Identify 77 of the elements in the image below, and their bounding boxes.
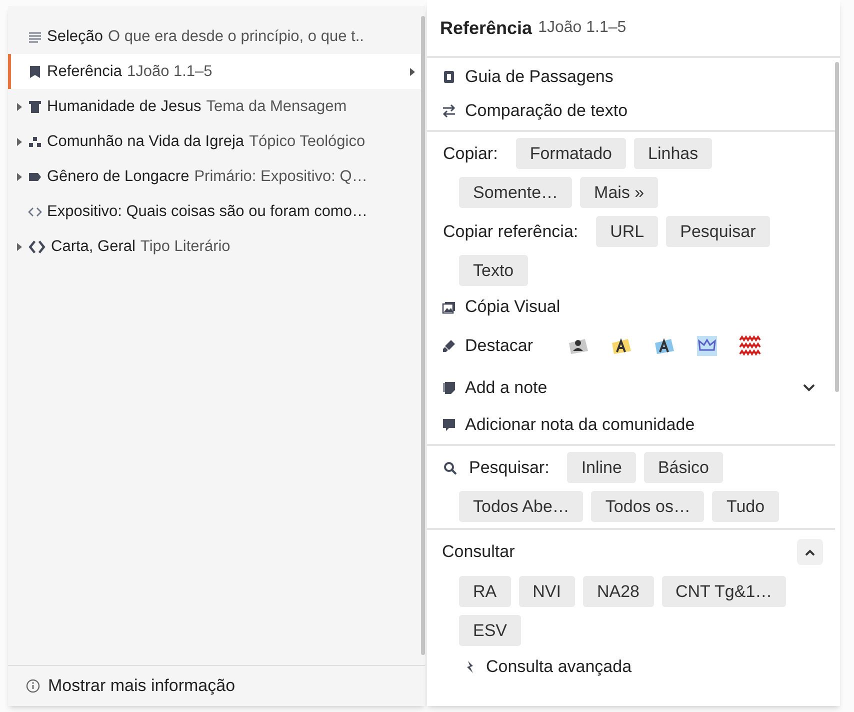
show-more-link[interactable]: Mostrar mais informação: [48, 673, 236, 699]
item-label: Comunhão na Vida da Igreja: [47, 132, 244, 152]
option-button[interactable]: Básico: [644, 452, 723, 483]
option-button[interactable]: Pesquisar: [666, 216, 770, 247]
expand-arrow-icon[interactable]: [16, 242, 22, 250]
menu-link[interactable]: Guia de Passagens: [465, 64, 614, 90]
squiggle-highlight-icon[interactable]: [738, 335, 762, 357]
item-label: Referência: [47, 62, 122, 82]
section-header: Consultar: [442, 541, 515, 564]
menu-link[interactable]: Cópia Visual: [465, 294, 560, 320]
submenu-arrow-icon: [410, 68, 415, 76]
option-button[interactable]: Todos os…: [591, 491, 704, 522]
panel-title: Referência: [440, 16, 532, 40]
expand-arrow-icon[interactable]: [16, 138, 22, 146]
note-icon: [442, 381, 456, 395]
menu-link[interactable]: Comparação de texto: [465, 98, 628, 124]
option-button[interactable]: Texto: [459, 255, 528, 286]
item-label: Expositivo: Quais coisas são ou foram como…: [47, 202, 368, 222]
swap-icon: [442, 104, 456, 118]
option-button[interactable]: RA: [459, 576, 511, 607]
item-detail: 1João 1.1–5: [126, 62, 212, 82]
option-button[interactable]: Somente…: [459, 177, 572, 208]
chevron-down-icon[interactable]: [803, 384, 815, 392]
collapse-button[interactable]: [797, 539, 823, 565]
menu-item[interactable]: Expositivo: Quais coisas são ou foram como…: [8, 194, 421, 229]
option-button[interactable]: Tudo: [712, 491, 779, 522]
code-icon: [28, 238, 46, 254]
item-detail: Tipo Literário: [140, 236, 230, 257]
item-label: Gênero de Longacre: [47, 166, 190, 187]
option-button[interactable]: Formatado: [516, 138, 626, 169]
option-button[interactable]: Linhas: [634, 138, 712, 169]
highlighter-icon: [442, 339, 456, 353]
menu-item[interactable]: Gênero de Longacre Primário: Expositivo: Q…: [8, 159, 421, 194]
option-button[interactable]: NVI: [518, 576, 575, 607]
item-label: Seleção: [47, 26, 104, 47]
menu-item[interactable]: Carta, Geral Tipo Literário: [8, 229, 421, 264]
chevron-up-icon: [805, 548, 815, 556]
option-button[interactable]: URL: [596, 216, 658, 247]
option-button[interactable]: Mais »: [580, 177, 658, 208]
search-icon: [443, 460, 457, 474]
option-button[interactable]: CNT Tg&1…: [662, 576, 786, 607]
item-label: Carta, Geral: [51, 236, 136, 257]
menu-item[interactable]: Comunhão na Vida da Igreja Tópico Teológico: [8, 124, 421, 159]
hierarchy-icon: [28, 134, 42, 148]
item-detail: Primário: Expositivo: Q…: [194, 166, 368, 187]
menu-link[interactable]: Consulta avançada: [486, 654, 632, 680]
bookmark-icon: [28, 64, 42, 78]
item-detail: O que era desde o princípio, o que t..: [108, 26, 364, 47]
scrollbar[interactable]: [421, 16, 425, 655]
row-label: Pesquisar:: [469, 456, 550, 479]
menu-item[interactable]: Seleção O que era desde o princípio, o que t..: [8, 19, 421, 54]
menu-link[interactable]: Destacar: [465, 333, 534, 359]
book-icon: [442, 70, 456, 84]
info-icon: [26, 679, 40, 693]
expand-arrow-icon[interactable]: [16, 102, 22, 110]
lines-icon: [28, 30, 42, 44]
image-icon: [442, 300, 456, 314]
item-label: Humanidade de Jesus: [47, 96, 202, 117]
option-button[interactable]: Todos Abe…: [459, 491, 584, 522]
row-label: Copiar referência:: [443, 220, 578, 243]
row-label: Copiar:: [443, 142, 498, 165]
scrollbar[interactable]: [835, 62, 839, 392]
crown-highlight-icon[interactable]: [695, 335, 720, 357]
menu-item[interactable]: Humanidade de Jesus Tema da Mensagem: [8, 89, 421, 124]
item-detail: Tópico Teológico: [249, 132, 366, 152]
option-button[interactable]: ESV: [459, 615, 522, 646]
menu-item[interactable]: Referência 1João 1.1–5: [8, 54, 421, 89]
menu-link[interactable]: Adicionar nota da comunidade: [465, 412, 695, 438]
option-button[interactable]: NA28: [582, 576, 654, 607]
expand-arrow-icon[interactable]: [16, 172, 22, 180]
panel-subtitle: 1João 1.1–5: [538, 18, 626, 38]
comment-icon: [442, 418, 456, 432]
option-button[interactable]: Inline: [567, 452, 636, 483]
item-detail: Tema da Mensagem: [206, 96, 347, 117]
pillar-icon: [28, 100, 42, 114]
code-icon: [28, 204, 42, 218]
menu-link[interactable]: Add a note: [465, 375, 794, 401]
